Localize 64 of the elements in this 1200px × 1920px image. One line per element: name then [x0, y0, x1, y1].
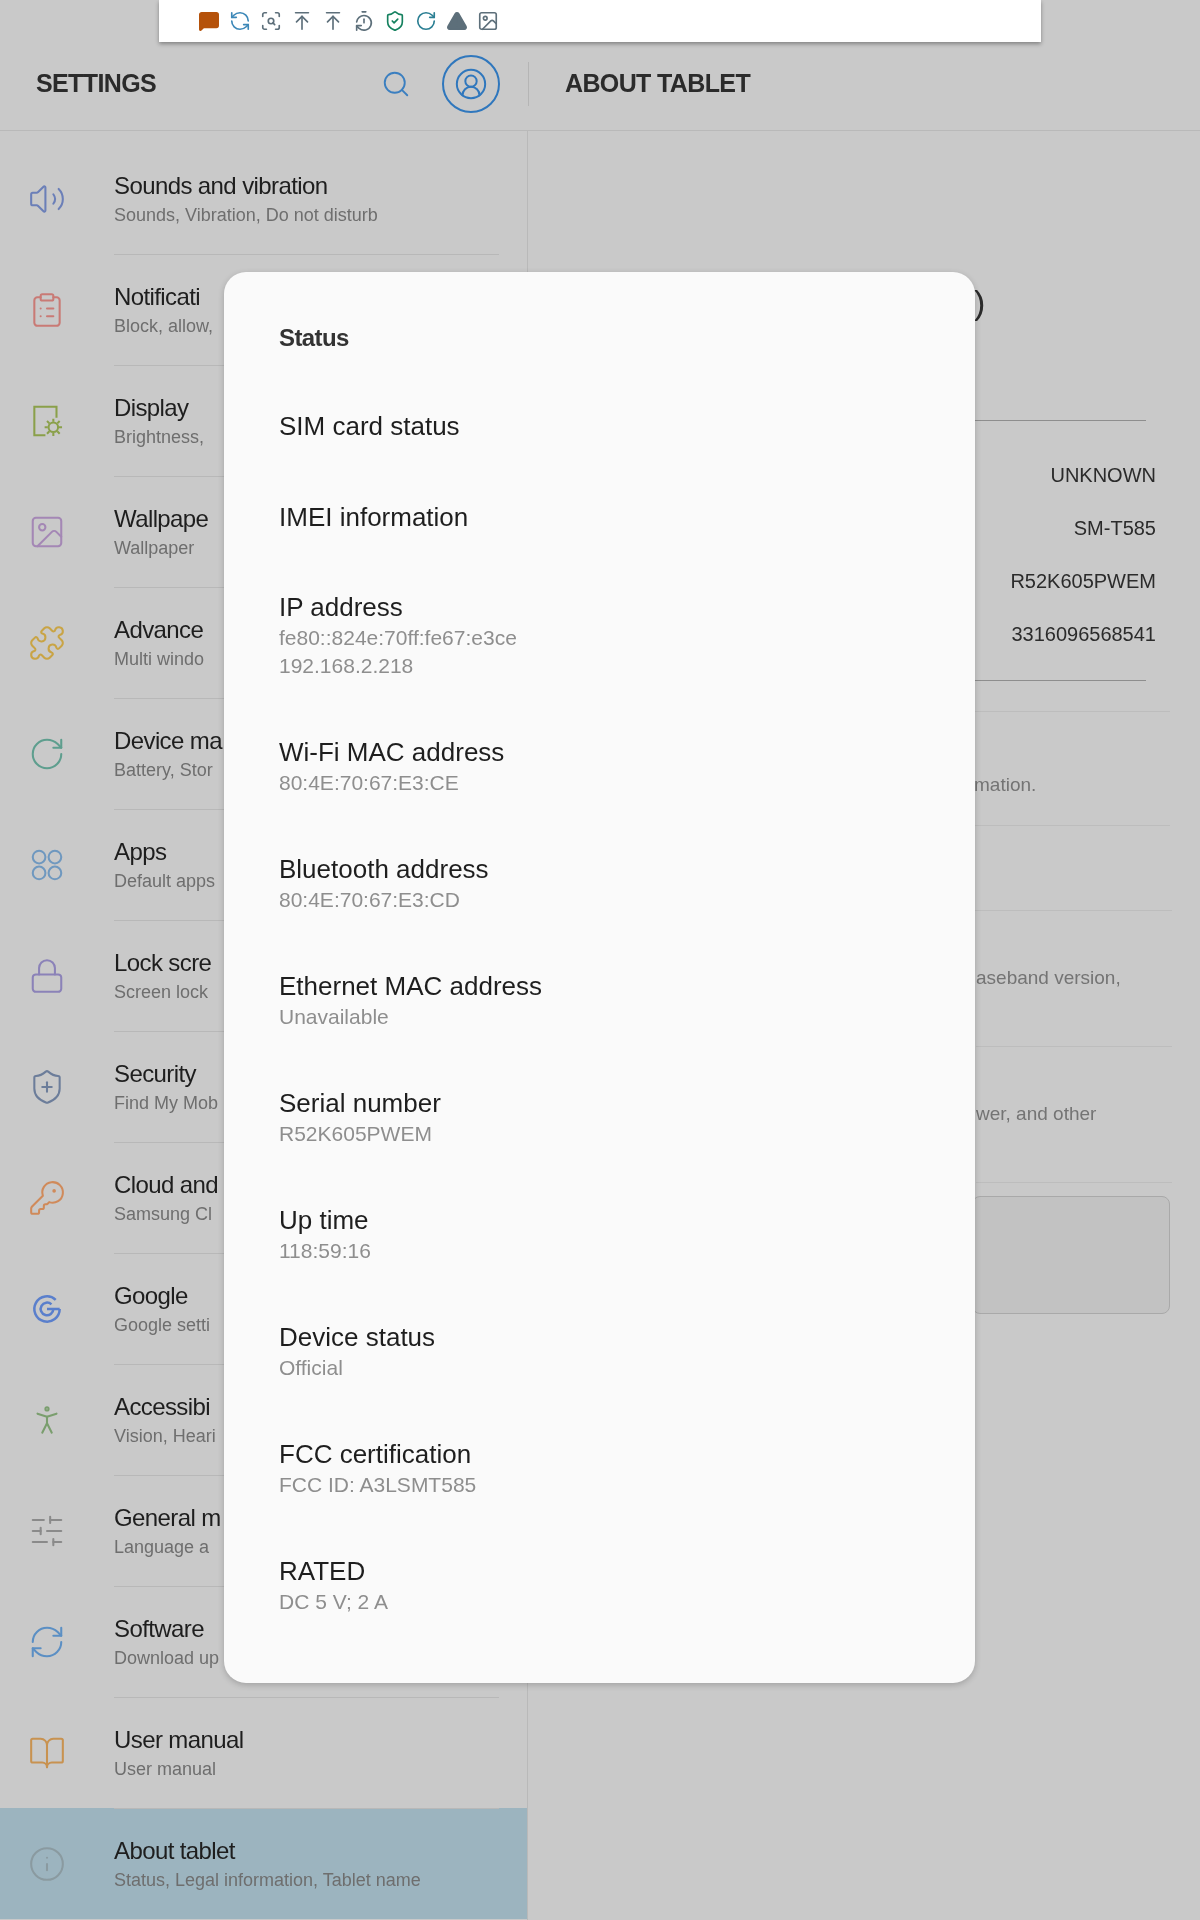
- item-title: Display: [114, 393, 189, 423]
- status-value: 80:4E:70:67:E3:CE: [279, 769, 459, 796]
- item-title: Security: [114, 1059, 196, 1089]
- item-title: Lock scre: [114, 948, 212, 978]
- item-title: User manual: [114, 1725, 244, 1755]
- info-value: 3316096568541: [1010, 622, 1156, 647]
- item-title: Accessibi: [114, 1392, 210, 1422]
- status-label: FCC certification: [279, 1437, 472, 1471]
- status-value: 118:59:16: [279, 1237, 371, 1264]
- about-tablet-title: ABOUT TABLET: [565, 67, 751, 99]
- item-title: Cloud and: [114, 1170, 219, 1200]
- item-subtitle: Default apps: [114, 870, 216, 893]
- heading-fragment: ): [974, 282, 986, 323]
- info-value: R52K605PWEM: [1009, 569, 1156, 594]
- item-title: Wallpape: [114, 504, 209, 534]
- status-value: Official: [279, 1354, 343, 1381]
- description-fragment: mation.: [974, 772, 1038, 797]
- item-subtitle: Battery, Stor: [114, 759, 213, 782]
- settings-title: SETTINGS: [36, 67, 156, 99]
- item-subtitle: Google setti: [114, 1314, 211, 1337]
- description-fragment: aseband version,: [976, 966, 1121, 991]
- item-title: Sounds and vibration: [114, 170, 328, 201]
- status-label: IMEI information: [279, 500, 469, 534]
- item-subtitle: Sounds, Vibration, Do not disturb: [114, 203, 378, 227]
- item-title: General m: [114, 1503, 221, 1533]
- status-label: Wi-Fi MAC address: [279, 735, 505, 769]
- item-subtitle: Wallpaper: [114, 537, 195, 560]
- info-value: SM-T585: [1072, 516, 1156, 541]
- item-title: Device ma: [114, 726, 222, 756]
- dialog-title: Status: [279, 323, 349, 353]
- item-subtitle: Find My Mob: [114, 1092, 219, 1115]
- status-value: Unavailable: [279, 1003, 389, 1030]
- item-subtitle: Samsung Cl: [114, 1203, 213, 1226]
- status-label: Ethernet MAC address: [279, 969, 542, 1003]
- item-title: About tablet: [114, 1836, 235, 1866]
- item-subtitle: Status, Legal information, Tablet name: [114, 1869, 421, 1892]
- status-label: RATED: [279, 1554, 366, 1588]
- item-subtitle: User manual: [114, 1758, 217, 1781]
- status-label: Device status: [279, 1320, 436, 1354]
- info-value: UNKNOWN: [1049, 463, 1156, 488]
- description-fragment: wer, and other: [976, 1102, 1097, 1127]
- status-value: fe80::824e:70ff:fe67:e3ce: [279, 624, 517, 651]
- item-subtitle: Multi windo: [114, 648, 205, 671]
- item-title: Apps: [114, 837, 167, 867]
- item-title: Notificati: [114, 282, 201, 312]
- status-value: DC 5 V; 2 A: [279, 1588, 388, 1615]
- status-value: R52K605PWEM: [279, 1120, 432, 1147]
- item-subtitle: Screen lock: [114, 981, 209, 1004]
- item-title: Software: [114, 1614, 204, 1644]
- status-value: 80:4E:70:67:E3:CD: [279, 886, 460, 913]
- status-label: Up time: [279, 1203, 369, 1237]
- item-subtitle: Vision, Heari: [114, 1425, 216, 1448]
- status-label: IP address: [279, 590, 403, 624]
- item-subtitle: Download up: [114, 1647, 220, 1670]
- item-subtitle: Brightness,: [114, 426, 205, 449]
- item-title: Advance: [114, 615, 204, 645]
- status-label: Serial number: [279, 1086, 441, 1120]
- status-value: 192.168.2.218: [279, 652, 414, 679]
- status-value: FCC ID: A3LSMT585: [279, 1471, 477, 1498]
- item-subtitle: Language a: [114, 1536, 210, 1559]
- status-label: SIM card status: [279, 409, 460, 443]
- status-label: Bluetooth address: [279, 852, 489, 886]
- item-subtitle: Block, allow,: [114, 315, 214, 338]
- item-title: Google: [114, 1281, 188, 1311]
